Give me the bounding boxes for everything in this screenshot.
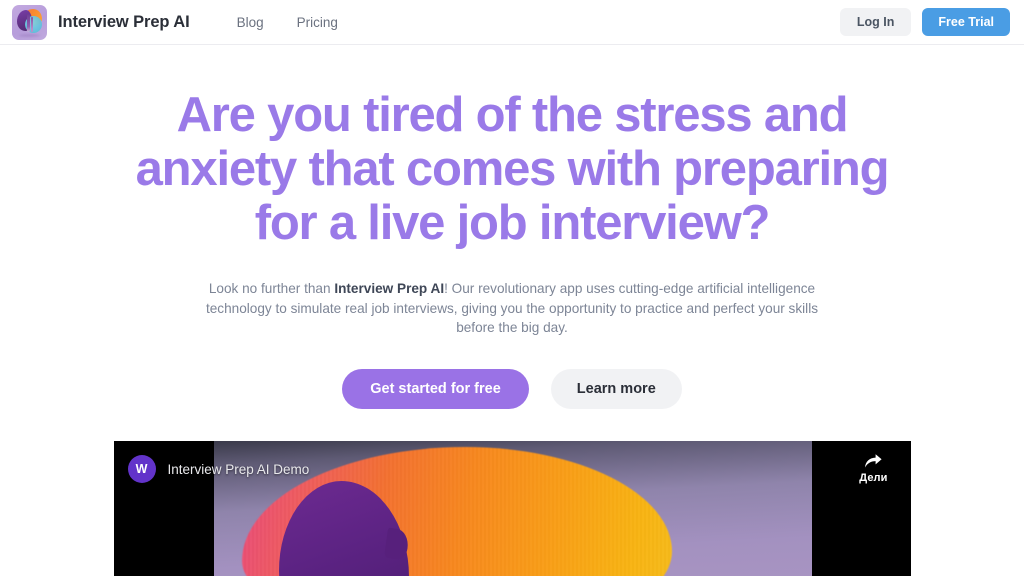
nav-item-blog[interactable]: Blog bbox=[237, 15, 264, 30]
nav-item-pricing[interactable]: Pricing bbox=[297, 15, 338, 30]
app-logo-icon bbox=[12, 4, 47, 40]
video-topbar: W Interview Prep AI Demo bbox=[114, 441, 911, 497]
video-title: Interview Prep AI Demo bbox=[167, 461, 310, 477]
logo-shadow bbox=[19, 33, 40, 37]
learn-more-button[interactable]: Learn more bbox=[550, 368, 682, 410]
get-started-button[interactable]: Get started for free bbox=[342, 368, 529, 410]
hero-subtitle-part1: Look no further than bbox=[208, 281, 335, 296]
free-trial-button[interactable]: Free Trial bbox=[922, 7, 1010, 37]
hero-subtitle-brand: Interview Prep AI bbox=[334, 281, 445, 296]
share-button[interactable]: Дели bbox=[859, 452, 887, 484]
header-actions: Log In Free Trial bbox=[839, 7, 1010, 37]
main-nav: Blog Pricing bbox=[237, 15, 338, 30]
brand-name: Interview Prep AI bbox=[58, 12, 190, 31]
brand[interactable]: Interview Prep AI bbox=[12, 4, 190, 40]
logo-stem-left bbox=[27, 13, 30, 32]
site-header: Interview Prep AI Blog Pricing Log In Fr… bbox=[0, 0, 1024, 45]
login-button[interactable]: Log In bbox=[839, 7, 912, 37]
page-title: Are you tired of the stress and anxiety … bbox=[135, 88, 890, 250]
logo-stem-right bbox=[31, 16, 33, 32]
hero-subtitle: Look no further than Interview Prep AI! … bbox=[198, 279, 826, 338]
hero-section: Are you tired of the stress and anxiety … bbox=[0, 45, 1024, 576]
share-label: Дели bbox=[859, 472, 888, 485]
video-player[interactable]: W Interview Prep AI Demo Дели bbox=[113, 441, 911, 576]
avatar: W bbox=[127, 455, 156, 484]
share-arrow-icon bbox=[863, 452, 883, 469]
cta-row: Get started for free Learn more bbox=[0, 368, 1024, 410]
